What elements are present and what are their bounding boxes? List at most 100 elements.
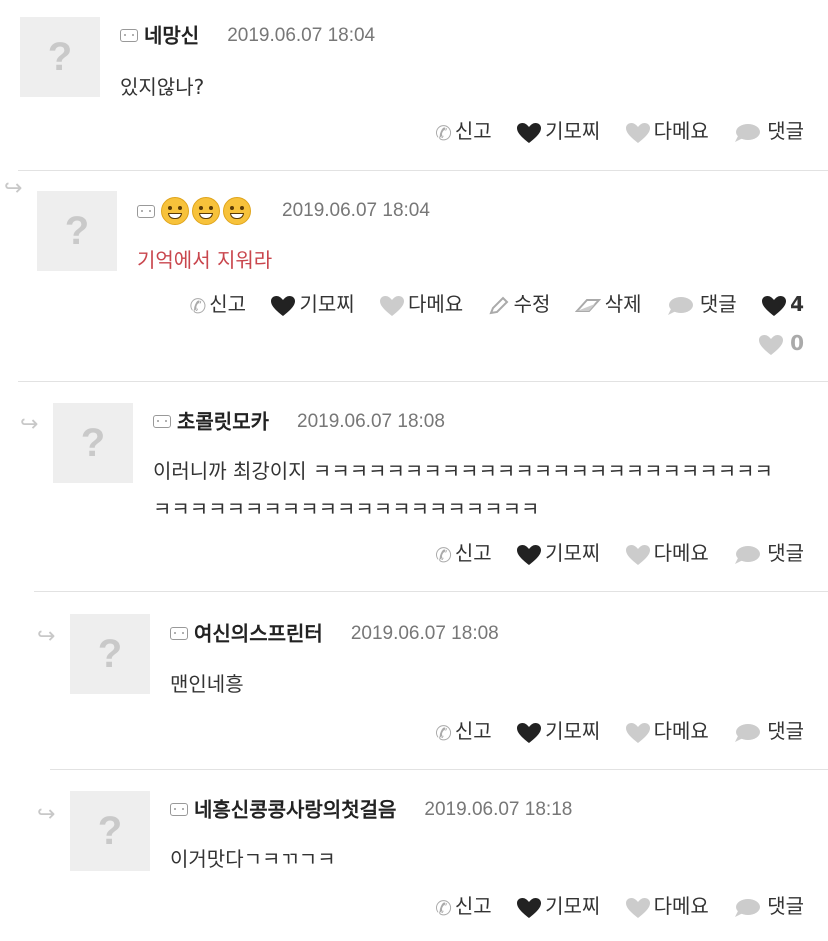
heart-filled-icon	[516, 544, 542, 566]
comment-text: 기억에서 지워라	[137, 241, 272, 279]
comment-text: 이거맛다ㄱㅋㄲㄱㅋ	[170, 840, 336, 878]
comment-text-line: 이러니까 최강이지 ㅋㅋㅋㅋㅋㅋㅋㅋㅋㅋㅋㅋㅋㅋㅋㅋㅋㅋㅋㅋㅋㅋㅋㅋㅋ	[153, 459, 773, 483]
avatar[interactable]: ?	[70, 791, 150, 871]
heart-gray-icon	[625, 122, 651, 144]
heart-filled-icon	[516, 722, 542, 744]
timestamp: 2019.06.07 18:08	[297, 410, 445, 432]
rank-icon	[120, 29, 138, 42]
speech-bubble-icon	[667, 296, 693, 315]
phone-icon: ✆	[435, 120, 452, 145]
reply-arrow-icon: ↪	[37, 802, 56, 827]
dislike-button[interactable]: 다메요	[379, 289, 463, 319]
reply-arrow-icon: ↪	[37, 624, 56, 649]
timestamp: 2019.06.07 18:04	[282, 200, 430, 221]
report-button[interactable]: ✆ 신고	[435, 891, 492, 923]
timestamp: 2019.06.07 18:04	[227, 24, 376, 46]
grinning-face-icon	[223, 197, 251, 225]
reply-arrow-icon: ↪	[4, 176, 23, 201]
timestamp: 2019.06.07 18:08	[350, 622, 499, 644]
comment-header: 네망신 2019.06.07 18:04	[120, 23, 376, 48]
comment-actions: ✆ 신고 기모찌 다메요 댓글	[417, 891, 804, 921]
comment-text: 있지않나?	[120, 68, 204, 106]
like-button[interactable]: 기모찌	[270, 289, 355, 319]
avatar[interactable]: ?	[20, 17, 100, 97]
comment-item: ↪ ? 초콜릿모카 2019.06.07 18:08 이러니까 최강이지 ㅋㅋㅋㅋ…	[0, 382, 828, 592]
dislike-count: 0	[758, 328, 804, 358]
report-button[interactable]: ✆ 신고	[435, 116, 492, 148]
comment-header: 초콜릿모카 2019.06.07 18:08	[153, 409, 445, 434]
heart-gray-icon	[625, 544, 651, 566]
avatar[interactable]: ?	[37, 191, 117, 271]
comment-header: 2019.06.07 18:04	[137, 197, 430, 225]
dislike-button[interactable]: 다메요	[625, 891, 709, 921]
rank-icon	[170, 803, 188, 816]
comment-text: 이러니까 최강이지 ㅋㅋㅋㅋㅋㅋㅋㅋㅋㅋㅋㅋㅋㅋㅋㅋㅋㅋㅋㅋㅋㅋㅋㅋㅋ ㅋㅋㅋㅋ…	[153, 452, 773, 528]
delete-button[interactable]: 삭제	[574, 289, 642, 319]
phone-icon: ✆	[435, 895, 452, 920]
grinning-face-icon	[192, 197, 220, 225]
nickname[interactable]: 네흥신콩콩사랑의첫걸음	[194, 798, 396, 822]
rank-icon	[170, 627, 188, 640]
reply-arrow-icon: ↪	[20, 412, 39, 437]
phone-icon: ✆	[435, 720, 452, 745]
comment-actions: ✆ 신고 기모찌 다메요 수정 삭제 댓글 4	[172, 289, 805, 319]
heart-filled-icon	[270, 295, 296, 317]
comment-item: ? 네망신 2019.06.07 18:04 있지않나? ✆ 신고 기모찌 다메요 …	[0, 0, 828, 171]
heart-gray-icon	[625, 897, 651, 919]
comment-item: ↪ ? 2019.06.07 18:04 기억에서 지워라 ✆ 신고 기모찌 다메…	[0, 171, 828, 382]
timestamp: 2019.06.07 18:18	[424, 798, 573, 820]
dislike-button[interactable]: 다메요	[625, 538, 709, 568]
dislike-button[interactable]: 다메요	[625, 116, 709, 146]
comment-header: 여신의스프린터 2019.06.07 18:08	[170, 621, 499, 646]
avatar[interactable]: ?	[70, 614, 150, 694]
report-button[interactable]: ✆ 신고	[435, 538, 492, 570]
like-count: 4	[761, 289, 804, 319]
heart-filled-icon	[761, 295, 787, 317]
reply-button[interactable]: 댓글	[733, 116, 804, 146]
comment-actions: ✆ 신고 기모찌 다메요 댓글	[417, 538, 804, 568]
reply-button[interactable]: 댓글	[733, 891, 804, 921]
pencil-icon	[488, 296, 508, 314]
speech-bubble-icon	[735, 898, 761, 917]
report-button[interactable]: ✆ 신고	[190, 289, 247, 321]
nickname[interactable]: 네망신	[144, 24, 199, 48]
avatar[interactable]: ?	[53, 403, 133, 483]
like-button[interactable]: 기모찌	[516, 538, 600, 568]
heart-filled-icon	[516, 122, 542, 144]
phone-icon: ✆	[189, 293, 207, 318]
grinning-face-icon	[161, 197, 189, 225]
comment-actions: ✆ 신고 기모찌 다메요 댓글	[417, 716, 804, 746]
rank-icon	[137, 204, 155, 218]
eraser-icon	[574, 298, 601, 312]
speech-bubble-icon	[735, 723, 761, 742]
nickname[interactable]: 초콜릿모카	[177, 410, 269, 434]
comment-text-line: ㅋㅋㅋㅋㅋㅋㅋㅋㅋㅋㅋㅋㅋㅋㅋㅋㅋㅋㅋㅋㅋ	[153, 497, 540, 521]
comment-text-line: 맨인네흥	[170, 672, 244, 696]
phone-icon: ✆	[435, 542, 452, 567]
reply-button[interactable]: 댓글	[733, 538, 804, 568]
reply-button[interactable]: 댓글	[733, 716, 804, 746]
comment-actions: ✆ 신고 기모찌 다메요 댓글	[417, 116, 804, 146]
speech-bubble-icon	[735, 123, 761, 142]
comment-text-line: 이거맛다ㄱㅋㄲㄱㅋ	[170, 847, 336, 871]
comment-item: ↪ ? 네흥신콩콩사랑의첫걸음 2019.06.07 18:18 이거맛다ㄱㅋㄲㄱ…	[0, 770, 828, 941]
speech-bubble-icon	[735, 545, 761, 564]
rank-icon	[153, 415, 171, 428]
heart-gray-icon	[625, 722, 651, 744]
heart-filled-icon	[516, 897, 542, 919]
dislike-button[interactable]: 다메요	[625, 716, 709, 746]
like-button[interactable]: 기모찌	[516, 891, 600, 921]
report-button[interactable]: ✆ 신고	[435, 716, 492, 748]
heart-gray-icon	[758, 334, 784, 356]
comment-item: ↪ ? 여신의스프린터 2019.06.07 18:08 맨인네흥 ✆ 신고 기모찌…	[0, 592, 828, 770]
edit-button[interactable]: 수정	[488, 289, 550, 319]
comment-text-line: 있지않나?	[120, 75, 205, 99]
nickname[interactable]: 여신의스프린터	[194, 622, 323, 646]
reply-button[interactable]: 댓글	[666, 289, 737, 319]
comment-text-line: 기억에서 지워라	[137, 248, 273, 272]
heart-gray-icon	[379, 295, 405, 317]
like-button[interactable]: 기모찌	[516, 716, 600, 746]
comment-text: 맨인네흥	[170, 665, 244, 703]
comment-header: 네흥신콩콩사랑의첫걸음 2019.06.07 18:18	[170, 797, 573, 822]
like-button[interactable]: 기모찌	[516, 116, 600, 146]
